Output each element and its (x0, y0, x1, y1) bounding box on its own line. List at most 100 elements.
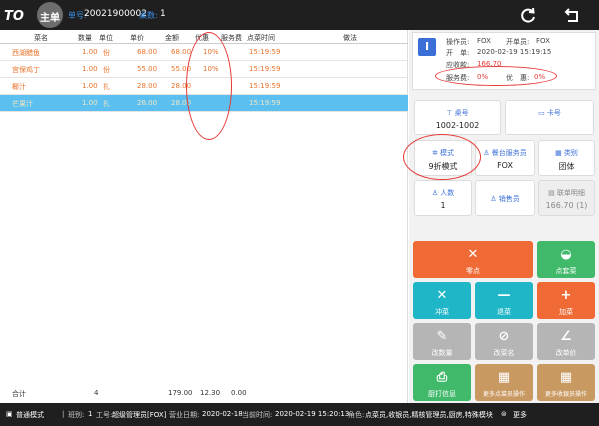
operator-label: 操作员: (446, 38, 470, 46)
waiter-value: FOX (497, 161, 513, 170)
total-service: 0.00 (231, 389, 247, 397)
row-time: 15:19:59 (249, 65, 281, 73)
svg-text:TO: TO (4, 9, 24, 24)
top-bar: TO 主单 单号: 20021900002 桌数: 1 (0, 0, 599, 30)
order-set-button[interactable]: ◒ 点套菜 (537, 241, 595, 278)
table-row[interactable]: 椰汁 1.00 扎 28.00 28.00 15:19:59 (0, 78, 408, 95)
row-price: 68.00 (137, 48, 158, 56)
status-bar: ▣ 普通模式 | 班别: 1 工号: 超级管理员[FOX] 营业日期: 2020… (0, 403, 599, 426)
more-cashier-ops-button[interactable]: ▦ 更多收银员操作 (537, 364, 595, 401)
header-amount: 金额 (165, 34, 179, 42)
return-item-button[interactable]: — 退菜 (475, 282, 533, 319)
discount-label: 优 惠: (506, 74, 530, 82)
change-qty-button[interactable]: ✎ 改数量 (413, 323, 471, 360)
people-icon: ♙ (431, 189, 439, 197)
header-discount: 优惠 (195, 34, 209, 42)
business-date-value: 2020-02-18 (202, 410, 243, 418)
ban-icon: ⊘ (498, 329, 510, 344)
shift-value: 1 (88, 410, 93, 418)
card-number-card[interactable]: ▭ 卡号 (505, 100, 594, 135)
row-time: 15:19:59 (249, 82, 281, 90)
current-time-label: 当前时间: (242, 411, 273, 419)
change-price-label: 改单价 (555, 349, 577, 357)
mode-status: 普通模式 (16, 411, 44, 419)
row-unit: 扎 (103, 100, 110, 108)
info-icon: I (418, 38, 436, 56)
row-amount: 68.00 (171, 48, 192, 56)
row-unit: 扎 (103, 83, 110, 91)
card-number-label: ▭ 卡号 (538, 109, 561, 117)
refresh-icon[interactable] (519, 6, 537, 24)
table-total-row: 合计 4 179.00 12.30 0.00 (0, 387, 408, 401)
table-number-card[interactable]: ⊤ 桌号 1002-1002 (414, 100, 501, 135)
bill-detail-label: ▤ 联单明细 (548, 189, 585, 197)
role-label: 角色: (348, 411, 365, 419)
people-value: 1 (440, 201, 446, 210)
service-fee-value: 0% (477, 73, 489, 81)
add-item-button[interactable]: + 加菜 (537, 282, 595, 319)
app-logo: TO (4, 6, 32, 24)
return-item-label: 退菜 (497, 308, 511, 316)
opener-label: 开单员: (506, 38, 530, 46)
total-label: 合计 (12, 390, 26, 398)
order-info-card: I 操作员: FOX 开单员: FOX 开 单: 2020-02-19 15:1… (412, 32, 596, 90)
shift-label: 班别: (68, 411, 85, 419)
void-item-button[interactable]: ✕ 冲菜 (413, 282, 471, 319)
waiter-label: ♙ 餐台服务员 (483, 149, 527, 157)
sales-card[interactable]: ♙ 销售员 (475, 180, 535, 216)
change-name-label: 改菜名 (493, 349, 515, 357)
header-service: 服务费 (221, 34, 242, 42)
row-qty: 1.00 (82, 65, 98, 73)
reprint-button[interactable]: ⎙ 厨打信息 (413, 364, 471, 401)
add-item-label: 加菜 (559, 308, 573, 316)
row-discount: 10% (203, 65, 219, 73)
document-icon: ▤ (548, 189, 555, 197)
people-card[interactable]: ♙ 人数 1 (414, 180, 472, 216)
more-icon[interactable]: ⊜ (501, 410, 507, 418)
row-name: 宫保鸡丁 (12, 66, 40, 74)
due-value: 166.70 (477, 60, 502, 68)
category-card[interactable]: ▦ 类别 团体 (538, 140, 595, 176)
grid-icon: ▦ (497, 370, 511, 385)
header-name: 菜名 (34, 34, 48, 42)
mode-card[interactable]: ✲ 模式 9折模式 (414, 140, 472, 176)
table-row[interactable]: 西湖醋鱼 1.00 份 68.00 68.00 10% 15:19:59 (0, 44, 408, 61)
plus-icon: + (560, 288, 572, 303)
order-item-button[interactable]: ✕ 零点 (413, 241, 533, 278)
more-cashier-ops-label: 更多收银员操作 (544, 391, 587, 398)
bill-detail-card[interactable]: ▤ 联单明细 166.70 (1) (538, 180, 595, 216)
sales-label: ♙ 销售员 (490, 195, 520, 203)
total-qty: 4 (94, 389, 99, 397)
more-dish-ops-button[interactable]: ▦ 更多点菜员操作 (475, 364, 533, 401)
waiter-card[interactable]: ♙ 餐台服务员 FOX (475, 140, 535, 176)
pencil-icon: ∠ (560, 329, 572, 344)
more-link[interactable]: 更多 (513, 410, 527, 420)
row-qty: 1.00 (82, 82, 98, 90)
change-qty-label: 改数量 (431, 349, 453, 357)
table-row[interactable]: 宫保鸡丁 1.00 份 55.00 55.00 10% 15:19:59 (0, 61, 408, 78)
row-unit: 份 (103, 66, 110, 74)
category-label: ▦ 类别 (555, 149, 578, 157)
change-name-button[interactable]: ⊘ 改菜名 (475, 323, 533, 360)
grid-icon: ▦ (559, 370, 573, 385)
service-fee-label: 服务费: (446, 74, 470, 82)
back-icon[interactable] (563, 6, 581, 24)
row-name: 椰汁 (12, 83, 26, 91)
grid-icon: ▦ (555, 149, 562, 157)
people-label: ♙ 人数 (431, 189, 455, 197)
category-value: 团体 (558, 162, 575, 171)
table-row-selected[interactable]: 芒果汁 1.00 扎 28.00 28.00 15:19:59 (0, 95, 408, 112)
business-date-label: 营业日期: (169, 411, 200, 419)
mode-value: 9折模式 (428, 162, 458, 171)
status-divider: | (62, 410, 65, 418)
order-table: 菜名 数量 单位 单价 金额 优惠 服务费 点菜时间 做法 西湖醋鱼 1.00 … (0, 30, 408, 403)
header-price: 单价 (130, 34, 144, 42)
change-price-button[interactable]: ∠ 改单价 (537, 323, 595, 360)
open-time-value: 2020-02-19 15:19:15 (477, 48, 552, 56)
wrench-icon: ✎ (436, 329, 448, 344)
header-qty: 数量 (78, 34, 92, 42)
row-price: 55.00 (137, 65, 158, 73)
user-icon: ♙ (490, 195, 497, 203)
dish-icon: ◒ (560, 247, 572, 262)
table-header: 菜名 数量 单位 单价 金额 优惠 服务费 点菜时间 做法 (0, 30, 408, 44)
